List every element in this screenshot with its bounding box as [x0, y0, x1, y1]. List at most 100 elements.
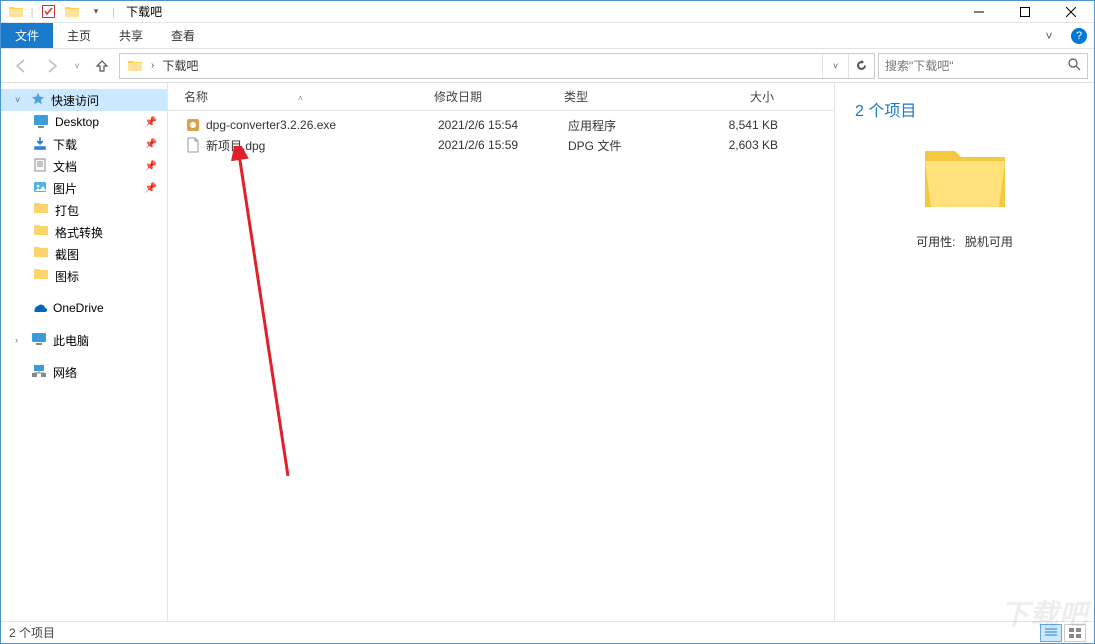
file-tab[interactable]: 文件: [1, 23, 53, 48]
recent-dropdown-icon[interactable]: ˅: [69, 53, 85, 79]
sidebar-onedrive[interactable]: › OneDrive: [1, 297, 167, 319]
sidebar-item-documents[interactable]: 文档 📌: [1, 155, 167, 177]
file-date: 2021/2/6 15:54: [438, 118, 568, 132]
sidebar-item-label: Desktop: [55, 115, 99, 129]
tab-view[interactable]: 查看: [157, 23, 209, 48]
tab-share[interactable]: 共享: [105, 23, 157, 48]
ribbon-tabs: 文件 主页 共享 查看 ˅ ?: [1, 23, 1094, 49]
back-button[interactable]: [7, 53, 35, 79]
sidebar-item-folder[interactable]: 图标: [1, 265, 167, 287]
sort-indicator-icon: ˄: [298, 94, 303, 103]
file-icon: [184, 137, 202, 153]
sidebar-network[interactable]: › 网络: [1, 361, 167, 383]
expand-icon[interactable]: ›: [15, 335, 25, 345]
qat-folder-icon[interactable]: [61, 2, 83, 22]
sidebar-quick-access[interactable]: ˅ 快速访问: [1, 89, 167, 111]
column-type[interactable]: 类型: [564, 88, 684, 105]
watermark: 下载吧: [1001, 593, 1088, 633]
minimize-button[interactable]: [956, 1, 1002, 23]
pin-icon: 📌: [145, 117, 157, 128]
desktop-icon: [33, 114, 49, 131]
star-icon: [31, 92, 45, 109]
preview-title: 2 个项目: [855, 97, 1074, 121]
title-bar: | ▾ | 下载吧: [1, 1, 1094, 23]
column-name[interactable]: 名称˄: [184, 88, 434, 105]
folder-icon: [33, 224, 49, 240]
status-value: 脱机可用: [965, 235, 1013, 249]
content-area: 名称˄ 修改日期 类型 大小 dpg-converter3.2.26.exe 2…: [168, 83, 834, 623]
sidebar-item-folder[interactable]: 打包: [1, 199, 167, 221]
network-icon: [31, 364, 47, 381]
pin-icon: 📌: [145, 139, 157, 150]
sidebar-item-label: 图片: [53, 180, 77, 197]
folder-icon: [33, 268, 49, 284]
close-button[interactable]: [1048, 1, 1094, 23]
expand-icon[interactable]: ›: [15, 367, 25, 377]
sidebar-item-label: 下载: [53, 136, 77, 153]
sidebar-thispc[interactable]: › 此电脑: [1, 329, 167, 351]
file-name: 新项目.dpg: [206, 137, 438, 154]
forward-button[interactable]: [38, 53, 66, 79]
maximize-button[interactable]: [1002, 1, 1048, 23]
ribbon-collapse-icon[interactable]: ˅: [1034, 23, 1064, 48]
nav-bar: ˅ › 下载吧 ˅ 搜索"下载吧": [1, 49, 1094, 83]
quick-access-toolbar: | ▾ |: [1, 2, 118, 22]
address-bar[interactable]: › 下载吧 ˅: [119, 53, 875, 79]
search-icon[interactable]: [1067, 57, 1081, 74]
status-label: 可用性:: [916, 235, 955, 249]
qat-separator: |: [29, 2, 35, 22]
file-date: 2021/2/6 15:59: [438, 138, 568, 152]
refresh-button[interactable]: [848, 54, 874, 78]
qat-dropdown-icon[interactable]: ▾: [85, 2, 107, 22]
column-size[interactable]: 大小: [684, 88, 794, 105]
expand-icon[interactable]: ›: [15, 303, 25, 313]
file-size: 8,541 KB: [688, 118, 798, 132]
help-button[interactable]: ?: [1064, 23, 1094, 48]
search-placeholder: 搜索"下载吧": [885, 57, 954, 74]
window-title: 下载吧: [126, 3, 162, 20]
up-button[interactable]: [88, 53, 116, 79]
sidebar-item-desktop[interactable]: Desktop 📌: [1, 111, 167, 133]
sidebar-item-label: 文档: [53, 158, 77, 175]
file-list[interactable]: dpg-converter3.2.26.exe 2021/2/6 15:54 应…: [168, 111, 834, 623]
file-type: DPG 文件: [568, 137, 688, 154]
address-segment[interactable]: 下载吧: [159, 57, 201, 74]
sidebar-item-folder[interactable]: 格式转换: [1, 221, 167, 243]
window-controls: [956, 1, 1094, 23]
annotation-arrow: [223, 146, 303, 486]
preview-status: 可用性: 脱机可用: [855, 233, 1074, 250]
search-input[interactable]: 搜索"下载吧": [878, 53, 1088, 79]
status-count: 2 个项目: [9, 624, 55, 641]
sidebar-item-label: 格式转换: [55, 224, 103, 241]
file-row[interactable]: dpg-converter3.2.26.exe 2021/2/6 15:54 应…: [168, 115, 834, 135]
column-date[interactable]: 修改日期: [434, 88, 564, 105]
pin-icon: 📌: [145, 183, 157, 194]
folder-large-icon: [920, 141, 1010, 213]
folder-icon: [33, 246, 49, 262]
expand-icon[interactable]: ˅: [15, 95, 25, 105]
sidebar: ˅ 快速访问 Desktop 📌 下载 📌 文档 📌 图片 📌 打包: [1, 83, 168, 623]
pictures-icon: [33, 180, 47, 197]
preview-pane: 2 个项目 可用性: 脱机可用: [834, 83, 1094, 623]
sidebar-item-label: 打包: [55, 202, 79, 219]
file-size: 2,603 KB: [688, 138, 798, 152]
folder-icon: [33, 202, 49, 218]
help-icon: ?: [1071, 28, 1087, 44]
main-area: ˅ 快速访问 Desktop 📌 下载 📌 文档 📌 图片 📌 打包: [1, 83, 1094, 623]
file-name: dpg-converter3.2.26.exe: [206, 118, 438, 132]
sidebar-item-pictures[interactable]: 图片 📌: [1, 177, 167, 199]
sidebar-item-label: 快速访问: [51, 92, 99, 109]
tab-home[interactable]: 主页: [53, 23, 105, 48]
column-headers: 名称˄ 修改日期 类型 大小: [168, 83, 834, 111]
sidebar-item-folder[interactable]: 截图: [1, 243, 167, 265]
exe-icon: [184, 117, 202, 133]
chevron-right-icon[interactable]: ›: [146, 60, 159, 71]
sidebar-item-downloads[interactable]: 下载 📌: [1, 133, 167, 155]
thispc-icon: [31, 332, 47, 349]
qat-checkbox-icon[interactable]: [37, 2, 59, 22]
downloads-icon: [33, 136, 47, 153]
address-dropdown-icon[interactable]: ˅: [822, 54, 848, 78]
file-row[interactable]: 新项目.dpg 2021/2/6 15:59 DPG 文件 2,603 KB: [168, 135, 834, 155]
file-type: 应用程序: [568, 117, 688, 134]
onedrive-icon: [31, 301, 47, 316]
